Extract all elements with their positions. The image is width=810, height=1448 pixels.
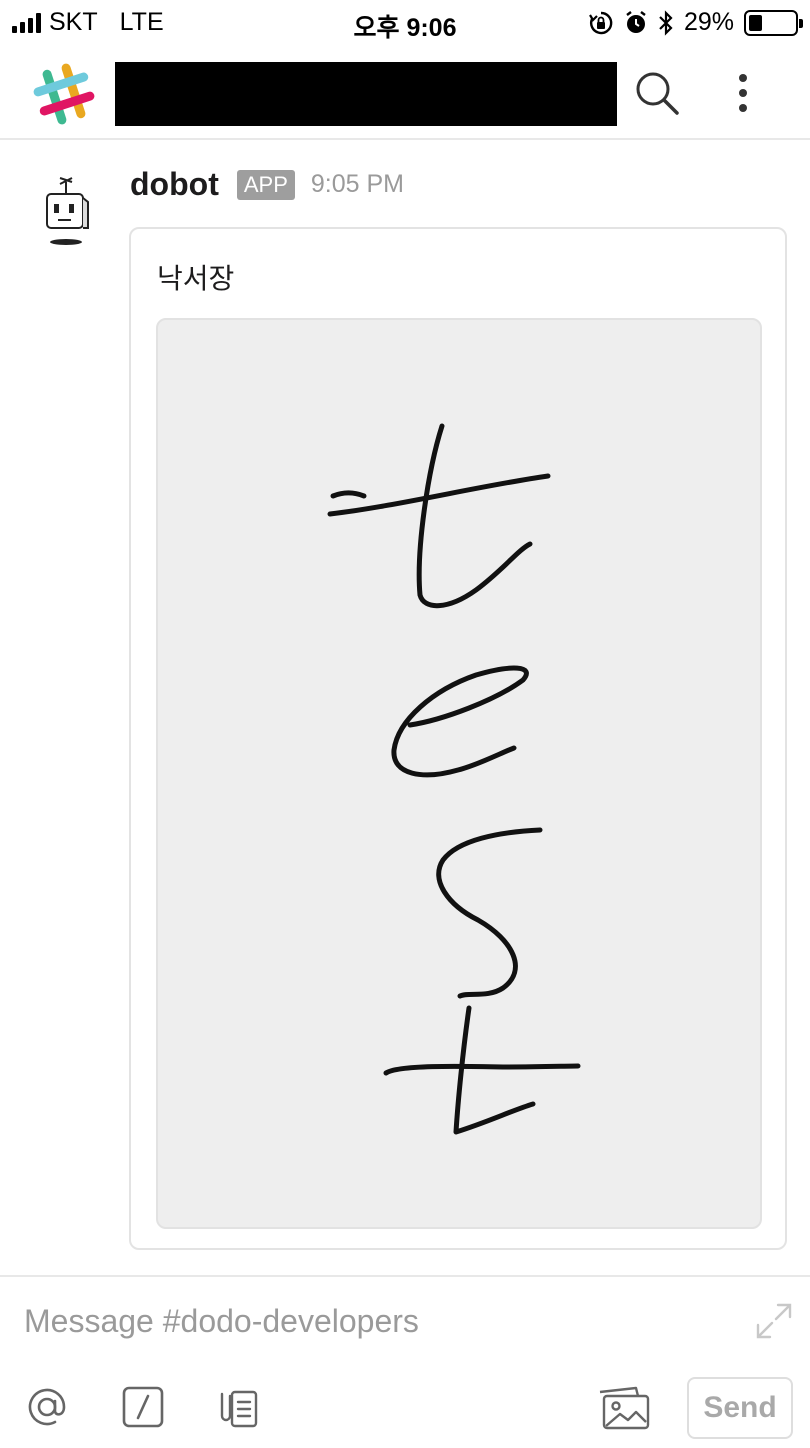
expand-icon[interactable] xyxy=(754,1301,794,1341)
stroke-s xyxy=(436,827,543,999)
status-left: SKT LTE xyxy=(12,8,164,37)
status-right: 29% xyxy=(588,8,803,37)
message-meta: dobot APP 9:05 PM xyxy=(130,166,404,203)
signal-icon xyxy=(12,12,41,33)
search-icon[interactable] xyxy=(632,68,682,118)
stroke-e xyxy=(391,665,529,778)
send-button[interactable]: Send xyxy=(687,1377,793,1439)
battery-icon xyxy=(744,9,803,36)
attachment-title: 낙서장 xyxy=(157,263,235,294)
message-item: dobot APP 9:05 PM 낙서장 xyxy=(0,140,810,1275)
app-header xyxy=(0,48,810,140)
slack-logo-icon[interactable] xyxy=(30,60,98,128)
channel-title-redacted[interactable] xyxy=(115,62,617,126)
avatar[interactable] xyxy=(38,172,94,252)
slash-command-icon[interactable] xyxy=(118,1382,168,1432)
carrier-label: SKT xyxy=(49,8,98,36)
message-attachment: 낙서장 xyxy=(129,227,787,1250)
stroke-t2-stem xyxy=(453,1005,536,1135)
status-bar: SKT LTE 오후 9:06 29% xyxy=(0,0,810,48)
sender-name[interactable]: dobot xyxy=(130,166,219,203)
battery-percent: 29% xyxy=(683,8,734,36)
attach-file-icon[interactable] xyxy=(212,1382,262,1432)
drawing-image[interactable] xyxy=(156,318,762,1229)
mention-icon[interactable] xyxy=(22,1382,72,1432)
app-badge: APP xyxy=(236,169,295,200)
message-composer: Send xyxy=(0,1275,810,1448)
bluetooth-icon xyxy=(658,9,674,36)
stroke-t2-cross xyxy=(383,1063,581,1076)
network-label: LTE xyxy=(119,8,164,36)
rotation-lock-icon xyxy=(588,10,614,36)
alarm-icon xyxy=(624,10,648,36)
stroke-t-mark xyxy=(330,490,367,499)
more-vertical-icon[interactable] xyxy=(722,68,764,118)
message-timestamp: 9:05 PM xyxy=(310,170,404,198)
photo-icon[interactable] xyxy=(596,1382,652,1432)
stroke-t-stem xyxy=(416,423,533,609)
message-input[interactable] xyxy=(24,1299,724,1343)
